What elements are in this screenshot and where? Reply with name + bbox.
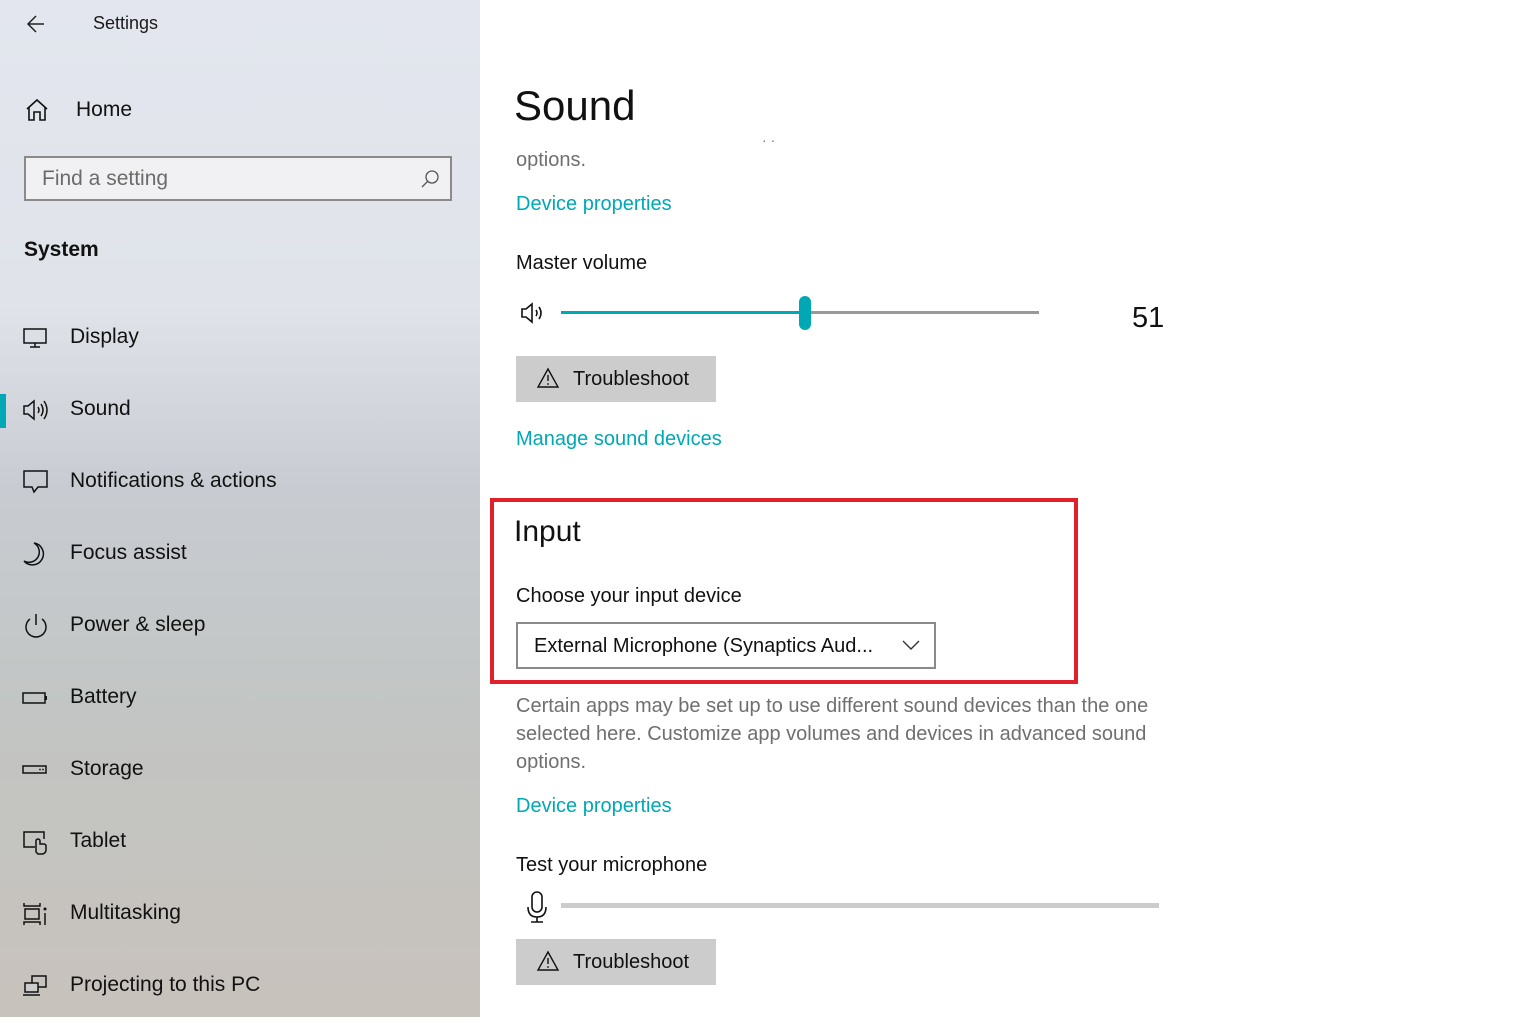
- sidebar-item-display[interactable]: Display: [0, 302, 480, 374]
- scroll-artifact-dots: ··: [762, 132, 780, 148]
- microphone-icon: [527, 891, 547, 923]
- cut-off-link-fragment: [1116, 1010, 1186, 1017]
- sidebar-item-storage[interactable]: Storage: [0, 734, 480, 806]
- master-volume-label: Master volume: [516, 252, 648, 274]
- sidebar-item-label: Display: [70, 325, 139, 348]
- home-icon: [26, 98, 48, 121]
- section-title-system: System: [24, 238, 99, 261]
- master-volume-fill: [561, 311, 805, 314]
- search-input[interactable]: [26, 158, 402, 199]
- input-device-selected: External Microphone (Synaptics Aud...: [534, 635, 874, 657]
- sidebar-item-battery[interactable]: Battery: [0, 662, 480, 734]
- input-device-properties-link[interactable]: Device properties: [516, 795, 672, 818]
- search-icon[interactable]: [420, 169, 440, 189]
- app-title: Settings: [93, 13, 159, 33]
- sidebar-item-projecting[interactable]: Projecting to this PC: [0, 950, 480, 1022]
- sidebar-item-label: Power & sleep: [70, 613, 206, 636]
- storage-icon: [22, 765, 47, 774]
- multitasking-icon: [23, 903, 47, 925]
- sidebar-item-sound[interactable]: Sound: [0, 374, 480, 446]
- speaker-icon[interactable]: [520, 300, 548, 326]
- back-button[interactable]: [22, 10, 52, 38]
- sidebar-item-label: Tablet: [70, 829, 127, 852]
- chevron-down-icon: [902, 640, 920, 650]
- master-volume-thumb[interactable]: [798, 296, 811, 330]
- sidebar-item-label: Focus assist: [70, 541, 187, 564]
- input-device-dropdown[interactable]: External Microphone (Synaptics Aud...: [516, 622, 936, 669]
- main-content: Sound ·· options. Device properties Mast…: [480, 0, 1526, 1017]
- page-title: Sound: [514, 82, 636, 129]
- sidebar-home[interactable]: Home: [24, 92, 464, 128]
- sidebar-item-notifications[interactable]: Notifications & actions: [0, 446, 480, 518]
- sidebar-item-tablet[interactable]: Tablet: [0, 806, 480, 878]
- input-troubleshoot-button[interactable]: Troubleshoot: [516, 939, 716, 985]
- output-description-tail: options.: [516, 149, 587, 171]
- display-icon: [23, 328, 47, 348]
- speaker-icon: [23, 399, 48, 421]
- active-indicator: [0, 394, 6, 428]
- title-bar: Settings: [0, 0, 480, 50]
- tablet-icon: [23, 831, 47, 855]
- microphone-level-bar: [561, 903, 1159, 908]
- sidebar-item-power-sleep[interactable]: Power & sleep: [0, 590, 480, 662]
- notification-icon: [23, 470, 48, 494]
- sidebar-item-label: Multitasking: [70, 901, 181, 924]
- sidebar-item-label: Sound: [70, 397, 131, 420]
- search-box[interactable]: [24, 156, 452, 201]
- sidebar-nav: Display Sound Notifications & actions Fo…: [0, 302, 480, 1022]
- home-label: Home: [76, 98, 133, 121]
- input-section-title: Input: [514, 515, 581, 548]
- microphone-level-row: [516, 888, 1166, 928]
- troubleshoot-label: Troubleshoot: [573, 951, 689, 973]
- sidebar: Settings Home System Display: [0, 0, 480, 1017]
- battery-icon: [22, 692, 47, 704]
- sidebar-item-label: Battery: [70, 685, 137, 708]
- input-description: Certain apps may be set up to use differ…: [516, 695, 1149, 773]
- master-volume-value: 51: [1132, 302, 1165, 334]
- sidebar-item-label: Projecting to this PC: [70, 973, 261, 996]
- warning-icon: [536, 367, 560, 388]
- warning-icon: [536, 950, 560, 971]
- output-device-properties-link[interactable]: Device properties: [516, 193, 672, 216]
- sidebar-item-multitasking[interactable]: Multitasking: [0, 878, 480, 950]
- test-microphone-label: Test your microphone: [516, 854, 708, 876]
- sidebar-item-label: Notifications & actions: [70, 469, 277, 492]
- sidebar-item-label: Storage: [70, 757, 144, 780]
- choose-input-device-label: Choose your input device: [516, 585, 742, 607]
- power-icon: [25, 614, 47, 638]
- master-volume-row: [516, 292, 1176, 336]
- master-volume-slider[interactable]: [561, 296, 1039, 330]
- sidebar-item-focus-assist[interactable]: Focus assist: [0, 518, 480, 590]
- output-troubleshoot-button[interactable]: Troubleshoot: [516, 356, 716, 402]
- manage-sound-devices-link[interactable]: Manage sound devices: [516, 428, 722, 451]
- back-arrow-icon: [26, 15, 44, 33]
- moon-icon: [23, 542, 45, 566]
- projecting-icon: [23, 975, 47, 996]
- troubleshoot-label: Troubleshoot: [573, 368, 689, 390]
